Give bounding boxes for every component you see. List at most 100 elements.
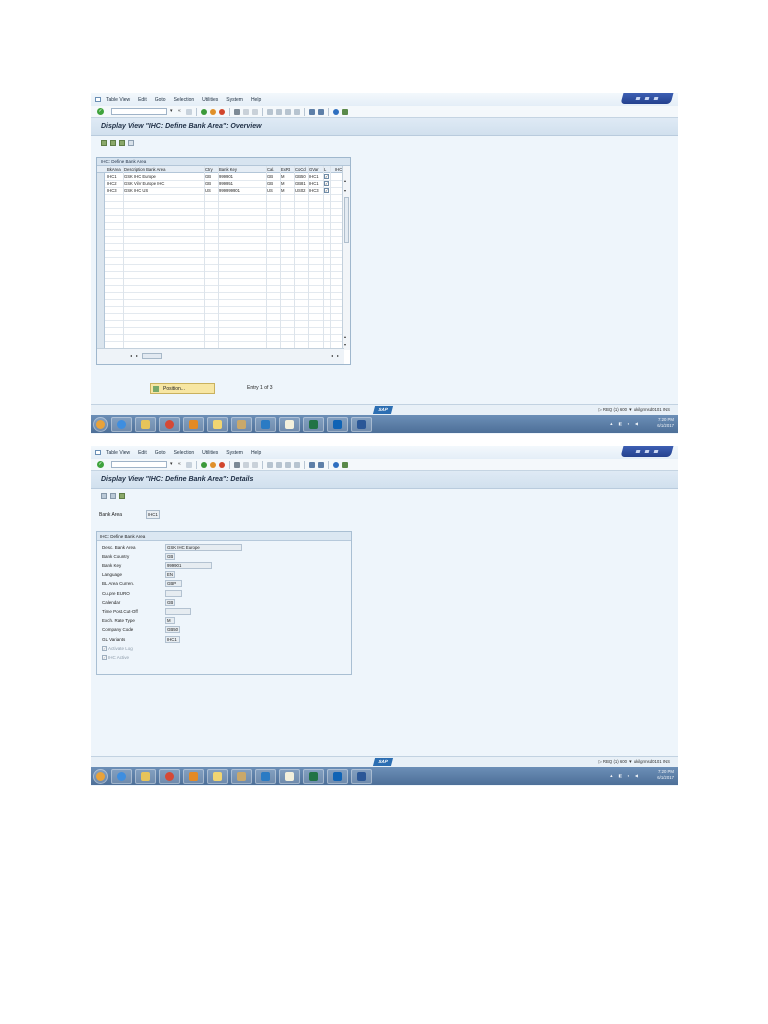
shortcut-icon[interactable] — [318, 108, 324, 115]
menu-utilities[interactable]: Utilities — [202, 450, 218, 456]
exit-icon[interactable] — [210, 461, 216, 468]
taskbar-notes[interactable] — [279, 768, 300, 784]
enter-check-icon[interactable]: ✓ — [97, 461, 104, 468]
taskbar-excel[interactable] — [303, 768, 324, 784]
row-checkbox[interactable]: ✓ — [324, 174, 329, 179]
sap-menu-icon[interactable] — [95, 97, 101, 102]
menu-help[interactable]: Help — [251, 97, 261, 103]
menu-table-view[interactable]: Table View — [106, 450, 130, 456]
last-page-icon[interactable] — [294, 461, 300, 468]
taskbar-chrome[interactable] — [159, 416, 180, 432]
print-icon[interactable] — [234, 108, 240, 115]
clock[interactable]: 7:20 PM 6/1/2017 — [657, 417, 674, 429]
minimize-icon[interactable] — [635, 97, 641, 100]
column-header[interactable]: Ctry — [205, 167, 219, 172]
print-icon[interactable] — [234, 461, 240, 468]
activate-log-checkbox[interactable]: ✓ Activate Log — [102, 644, 133, 652]
menu-goto[interactable]: Goto — [155, 450, 166, 456]
column-header[interactable]: Cal. — [267, 167, 279, 172]
taskbar-lync[interactable] — [255, 416, 276, 432]
next-page-icon[interactable] — [285, 461, 291, 468]
menu-utilities[interactable]: Utilities — [202, 97, 218, 103]
row-checkbox[interactable]: ✓ — [324, 181, 329, 186]
scroll-up-icon[interactable]: ▴ — [344, 334, 346, 339]
taskbar-app[interactable] — [207, 768, 228, 784]
menu-goto[interactable]: Goto — [155, 97, 166, 103]
select-all-icon[interactable] — [110, 140, 116, 146]
checkbox-icon[interactable]: ✓ — [102, 654, 107, 660]
command-field[interactable] — [111, 108, 167, 115]
previous-page-icon[interactable] — [276, 461, 282, 468]
sap-menu-icon[interactable] — [95, 450, 101, 455]
system-info[interactable]: ▷ RBQ (1) 600 ▼ ukilgrmsd0101 INS — [598, 759, 670, 765]
field-value[interactable]: 999901 — [165, 561, 212, 569]
find-next-icon[interactable] — [252, 461, 258, 468]
clock[interactable]: 7:20 PM 6/1/2017 — [657, 769, 674, 781]
column-header[interactable]: Bank Key — [219, 167, 265, 172]
maximize-icon[interactable] — [644, 97, 650, 100]
bank-area-field[interactable]: IHC1 — [146, 510, 160, 519]
chevron-down-icon[interactable]: ▾ — [170, 461, 175, 468]
field-value[interactable]: GB — [165, 552, 175, 560]
menu-selection[interactable]: Selection — [174, 97, 195, 103]
command-field[interactable] — [111, 461, 167, 468]
menu-system[interactable]: System — [226, 450, 243, 456]
find-icon[interactable] — [243, 461, 249, 468]
start-button[interactable] — [93, 768, 108, 784]
horizontal-scrollbar[interactable]: ◂ ▸ ◂ ▸ — [97, 348, 344, 364]
column-header[interactable]: BkArea — [107, 167, 122, 172]
position-button[interactable]: Position... — [150, 383, 215, 394]
scroll-thumb[interactable] — [344, 197, 349, 243]
close-icon[interactable] — [653, 450, 659, 453]
previous-entry-icon[interactable] — [101, 493, 107, 499]
taskbar-notes[interactable] — [279, 416, 300, 432]
layout-menu-icon[interactable] — [342, 108, 348, 115]
taskbar-chrome[interactable] — [159, 768, 180, 784]
back-icon[interactable] — [201, 108, 207, 115]
minimize-icon[interactable] — [635, 450, 641, 453]
field-value[interactable]: GBP — [165, 580, 182, 588]
taskbar-media[interactable] — [183, 416, 204, 432]
close-icon[interactable] — [653, 97, 659, 100]
first-page-icon[interactable] — [267, 108, 273, 115]
taskbar-paint[interactable] — [231, 768, 252, 784]
taskbar-word[interactable] — [351, 768, 372, 784]
field-value[interactable] — [165, 589, 182, 597]
cancel-icon[interactable] — [219, 461, 225, 468]
next-page-icon[interactable] — [285, 108, 291, 115]
system-tray-icons[interactable]: ▲ ◧ ◐ ◀ — [609, 421, 640, 426]
double-left-icon[interactable]: « — [178, 461, 183, 468]
field-value[interactable]: GB — [165, 598, 175, 606]
column-header[interactable]: L — [324, 167, 329, 172]
field-value[interactable]: GSK IHC Europe — [165, 543, 242, 551]
field-value[interactable]: IHC1 — [165, 635, 180, 643]
scroll-right-icon[interactable]: ▸ — [136, 353, 138, 358]
taskbar-outlook[interactable] — [327, 416, 348, 432]
taskbar-explorer[interactable] — [135, 768, 156, 784]
previous-page-icon[interactable] — [276, 108, 282, 115]
field-value[interactable]: GB50 — [165, 626, 180, 634]
taskbar-lync[interactable] — [255, 768, 276, 784]
taskbar-media[interactable] — [183, 768, 204, 784]
scroll-down-icon[interactable]: ▾ — [344, 342, 346, 347]
scroll-up-icon[interactable]: ▴ — [344, 178, 346, 183]
row-checkbox[interactable]: ✓ — [324, 188, 329, 193]
window-controls[interactable] — [620, 446, 674, 457]
exit-icon[interactable] — [210, 108, 216, 115]
help-icon[interactable] — [333, 461, 339, 468]
find-next-icon[interactable] — [252, 108, 258, 115]
first-page-icon[interactable] — [267, 461, 273, 468]
checkbox-icon[interactable]: ✓ — [102, 645, 107, 651]
taskbar-excel[interactable] — [303, 416, 324, 432]
start-button[interactable] — [93, 416, 108, 432]
maximize-icon[interactable] — [644, 450, 650, 453]
menu-system[interactable]: System — [226, 97, 243, 103]
double-left-icon[interactable]: « — [178, 108, 183, 115]
taskbar-app[interactable] — [207, 416, 228, 432]
field-value[interactable]: EN — [165, 571, 175, 579]
next-entry-icon[interactable] — [110, 493, 116, 499]
menu-edit[interactable]: Edit — [138, 450, 147, 456]
select-block-icon[interactable] — [119, 140, 125, 146]
chevron-down-icon[interactable]: ▾ — [170, 108, 175, 115]
layout-menu-icon[interactable] — [342, 461, 348, 468]
